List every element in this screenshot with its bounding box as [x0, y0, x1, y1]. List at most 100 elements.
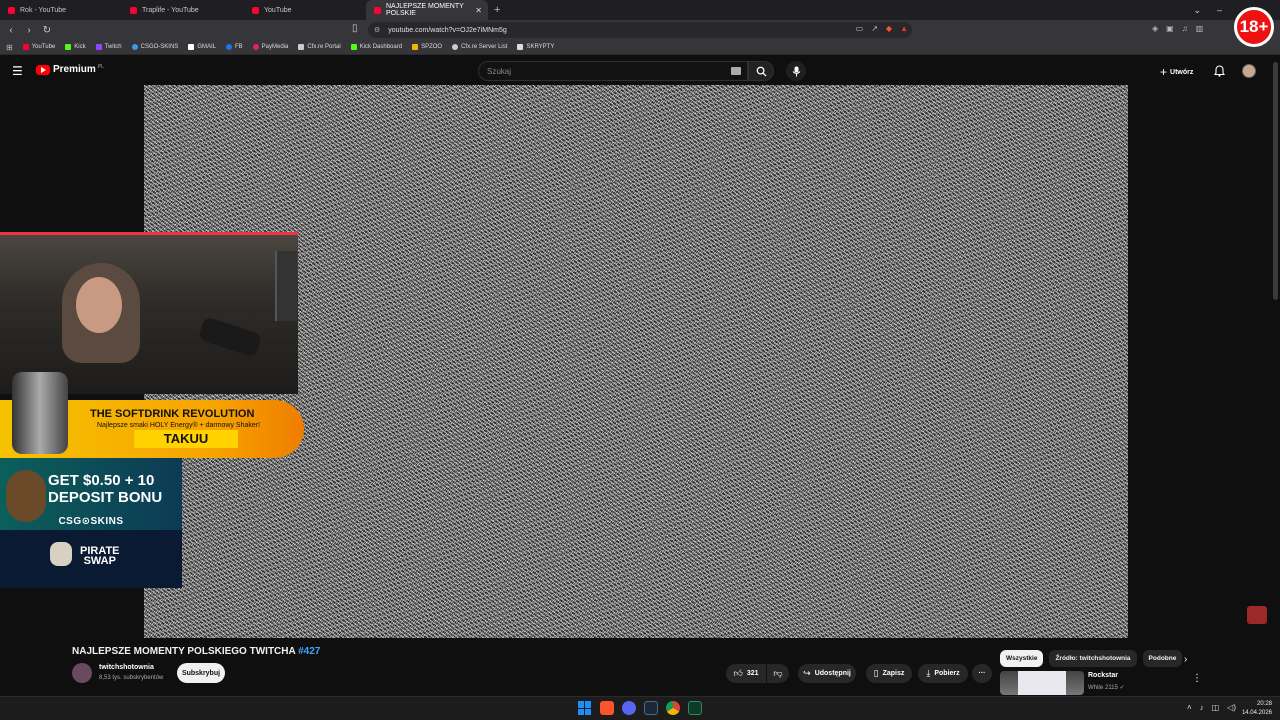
page-scrollbar[interactable]	[1273, 62, 1278, 300]
search-button[interactable]	[748, 61, 774, 81]
url-actions: ▭ ↗ ◆ ▲	[856, 24, 908, 33]
terminal-icon[interactable]	[688, 701, 702, 715]
windows-start-icon[interactable]	[578, 701, 592, 715]
bookmark-cfx-portal[interactable]: Cfx.re Portal	[298, 44, 341, 50]
hamburger-menu-icon[interactable]: ☰	[12, 64, 23, 78]
voice-search-button[interactable]	[786, 61, 806, 81]
chevron-right-icon[interactable]: ›	[1184, 654, 1187, 665]
cast-icon[interactable]: ▭	[856, 24, 864, 33]
bookmark-cfx-server-list[interactable]: Cfx.re Server List	[452, 44, 507, 50]
bookmark-skrypty[interactable]: SKRYPTY	[517, 44, 554, 50]
share-page-icon[interactable]: ↗	[871, 24, 878, 33]
bookmark-youtube[interactable]: YouTube	[22, 44, 55, 50]
notifications-bell-icon[interactable]	[1213, 64, 1226, 82]
recommendation-meta: White 2115 ✓	[1088, 685, 1125, 691]
chrome-icon[interactable]	[666, 701, 680, 715]
logo-country: PL	[97, 63, 104, 70]
recommendation-title[interactable]: Rockstar	[1088, 672, 1118, 679]
youtube-bookmark-icon	[22, 44, 29, 50]
logo-text: Premium	[53, 64, 96, 75]
channel-watermark-icon[interactable]	[1247, 606, 1267, 624]
youtube-favicon-icon	[130, 6, 137, 14]
wallet-icon[interactable]: ▣	[1166, 24, 1174, 33]
create-label: Utwórz	[1170, 68, 1194, 76]
youtube-header: ☰ Premium PL Szukaj + Utwórz	[0, 56, 1280, 86]
address-bar[interactable]: ⚙ youtube.com/watch?v=OJ2e7iMNm5g ▭ ↗ ◆ …	[368, 22, 912, 38]
discord-icon[interactable]	[622, 701, 636, 715]
youtube-logo[interactable]: Premium PL	[36, 64, 104, 75]
browser-tab-3[interactable]: YouTube	[244, 0, 366, 20]
paymedia-bookmark-icon	[252, 44, 259, 50]
subscribe-button[interactable]: Subskrybuj	[177, 663, 225, 683]
youtube-play-icon	[36, 64, 50, 75]
chip-source[interactable]: Źródło: twitchshotownia	[1049, 650, 1137, 667]
bookmark-label: SPZOO	[421, 44, 443, 50]
tray-chevron-icon[interactable]: ˄	[1187, 703, 1192, 712]
download-button[interactable]: ⤓ Pobierz	[918, 664, 968, 683]
dislike-button[interactable]: 👎︎	[767, 664, 789, 683]
extension-icon[interactable]: ◈	[1152, 24, 1158, 33]
tab-title: YouTube	[264, 6, 292, 14]
like-button[interactable]: 👍︎ 321	[726, 664, 766, 683]
bookmark-label: Kick Dashboard	[359, 44, 403, 50]
bookmark-paymedia[interactable]: PayMedia	[252, 44, 288, 50]
bookmark-twitch[interactable]: Twitch	[95, 44, 122, 50]
video-hashtag[interactable]: #427	[298, 646, 320, 657]
browser-tab-2[interactable]: Traplife - YouTube	[122, 0, 244, 20]
csgo-skins-promo: GET $0.50 + 10 DEPOSIT BONU CSG⊙SKINS PI…	[0, 458, 182, 588]
brave-rewards-icon[interactable]: ▲	[900, 24, 908, 33]
sidebar-icon[interactable]: ▥	[1196, 24, 1204, 33]
bookmark-label: GMAIL	[197, 44, 216, 50]
channel-name[interactable]: twitchshotownia	[99, 664, 154, 671]
chip-similar[interactable]: Podobne	[1142, 650, 1183, 667]
bookmark-fb[interactable]: FB	[226, 44, 243, 50]
recommendation-thumbnail[interactable]	[1000, 671, 1084, 695]
bookmark-kick-dashboard[interactable]: Kick Dashboard	[350, 44, 403, 50]
recommendation-menu-icon[interactable]: ⋮	[1192, 673, 1202, 684]
reload-icon[interactable]: ↻	[40, 25, 54, 36]
account-avatar[interactable]	[1242, 64, 1256, 78]
tab-search-icon[interactable]: ⌄	[1193, 5, 1201, 16]
brave-shield-icon[interactable]: ◆	[886, 24, 892, 33]
browser-tab-strip: Rok - YouTube Traplife - YouTube YouTube…	[0, 0, 1280, 20]
create-button[interactable]: + Utwórz	[1160, 65, 1193, 79]
microphone-tray-icon[interactable]: ♪	[1200, 703, 1204, 712]
twitch-bookmark-icon	[95, 44, 102, 50]
browser-tab-active[interactable]: NAJLEPSZE MOMENTY POLSKIE ✕	[366, 0, 488, 20]
bookmarks-bar: ⊞ YouTube Kick Twitch CSGO-SKINS GMAIL F…	[0, 40, 1280, 55]
back-icon[interactable]: ‹	[4, 25, 18, 36]
brave-browser-icon[interactable]	[600, 701, 614, 715]
browser-tab-1[interactable]: Rok - YouTube	[0, 0, 122, 20]
bookmark-icon[interactable]: ▯	[352, 23, 358, 34]
facebook-bookmark-icon	[226, 44, 232, 50]
more-dots-icon: ···	[978, 670, 986, 677]
youtube-favicon-icon	[252, 6, 259, 14]
window-controls: ⌄ –	[1193, 0, 1222, 20]
tab-close-icon[interactable]: ✕	[475, 6, 482, 15]
more-actions-button[interactable]: ···	[972, 664, 992, 683]
minimize-button[interactable]: –	[1217, 5, 1222, 15]
shaker-can-image	[12, 372, 68, 454]
save-button[interactable]: ▯ Zapisz	[866, 664, 912, 683]
search-input[interactable]: Szukaj	[478, 61, 748, 81]
channel-avatar[interactable]	[72, 663, 92, 683]
swap-word: SWAP	[83, 555, 116, 567]
volume-icon[interactable]: ◁)	[1227, 703, 1236, 712]
site-info-icon[interactable]: ⚙	[374, 26, 380, 34]
gmail-bookmark-icon	[188, 44, 195, 50]
share-button[interactable]: ↪ Udostępnij	[798, 664, 856, 683]
new-tab-button[interactable]: +	[494, 4, 500, 16]
apps-grid-icon[interactable]: ⊞	[6, 43, 13, 52]
network-icon[interactable]: ◫	[1212, 703, 1220, 712]
media-icon[interactable]: ♫	[1182, 24, 1188, 33]
keyboard-icon[interactable]	[731, 67, 741, 75]
steam-icon[interactable]	[644, 701, 658, 715]
forward-icon[interactable]: ›	[22, 25, 36, 36]
bookmark-csgo-skins[interactable]: CSGO-SKINS	[131, 44, 178, 50]
bookmark-gmail[interactable]: GMAIL	[188, 44, 216, 50]
taskbar-clock[interactable]: 20:28 14.04.2026	[1242, 700, 1272, 718]
monitor-edge	[275, 251, 297, 321]
bookmark-spzoo[interactable]: SPZOO	[412, 44, 442, 50]
chip-all[interactable]: Wszystkie	[1000, 650, 1044, 667]
bookmark-kick[interactable]: Kick	[65, 44, 86, 50]
